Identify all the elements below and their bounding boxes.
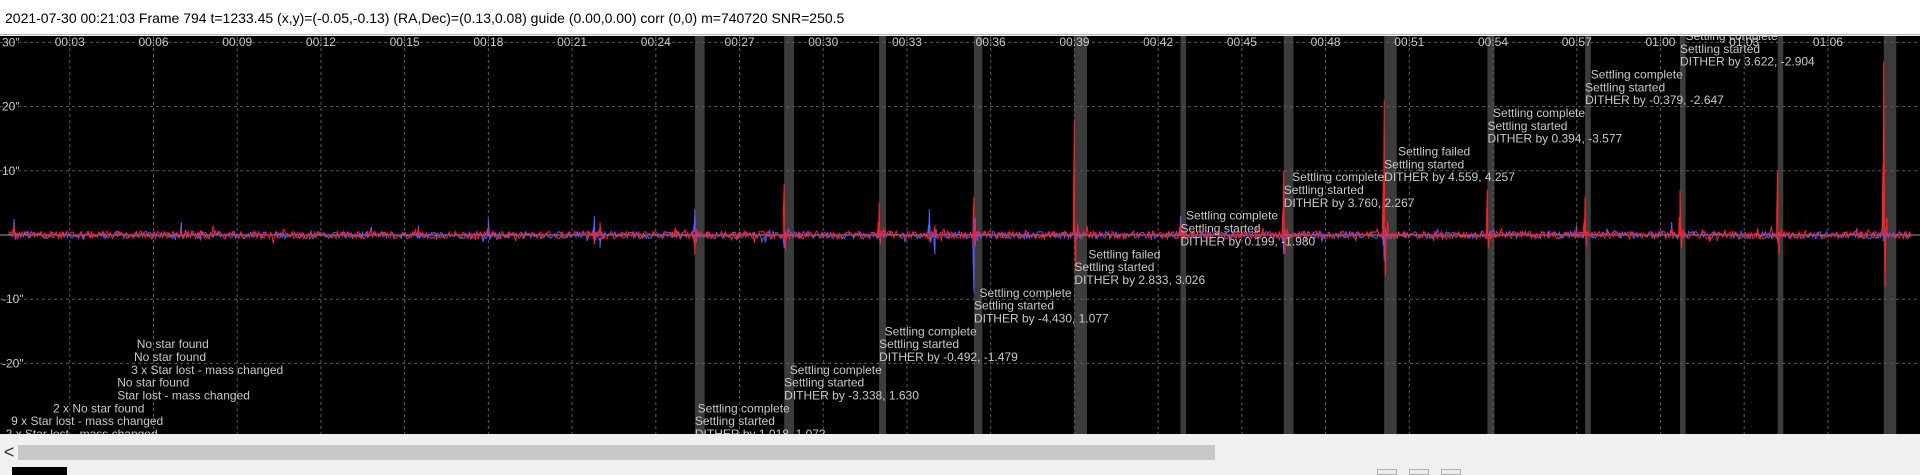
- x-tick-label: 00:18: [473, 36, 503, 49]
- x-tick-label: 00:15: [390, 36, 420, 49]
- x-tick-label: 00:51: [1394, 36, 1424, 49]
- x-tick-label: 01:00: [1645, 36, 1675, 49]
- annotation-label: DITHER by 4.559, 4.257: [1384, 170, 1515, 184]
- x-tick-label: 00:36: [976, 36, 1006, 49]
- annotation-label: DITHER by -3.338, 1.630: [784, 388, 919, 402]
- x-tick-label: 00:21: [557, 36, 587, 49]
- y-tick-label: -20": [2, 356, 24, 370]
- x-tick-label: 00:39: [1059, 36, 1089, 49]
- x-tick-label: 01:06: [1813, 36, 1843, 49]
- x-tick-label: 00:30: [808, 36, 838, 49]
- status-bar: 2021-07-30 00:21:03 Frame 794 t=1233.45 …: [0, 0, 1920, 35]
- x-tick-label: 00:03: [55, 36, 85, 49]
- x-tick-label: 00:06: [138, 36, 168, 49]
- x-tick-label: 00:12: [306, 36, 336, 49]
- x-tick-label: 00:48: [1311, 36, 1341, 49]
- y-tick-label: 20": [2, 100, 20, 114]
- horizontal-scrollbar[interactable]: <: [0, 441, 1920, 465]
- annotation-label: DITHER by 1.018, 1.072: [695, 427, 826, 434]
- y-tick-label: 10": [2, 164, 20, 178]
- toolbar-button-2[interactable]: [1409, 469, 1429, 475]
- scroll-left-button[interactable]: <: [2, 443, 16, 461]
- x-tick-label: 00:24: [641, 36, 671, 49]
- x-tick-label: 00:57: [1562, 36, 1592, 49]
- annotation-label: DITHER by 0.394, -3.577: [1487, 132, 1622, 146]
- scrollbar-thumb[interactable]: [18, 445, 1215, 460]
- bottom-tab[interactable]: [12, 467, 67, 475]
- annotation-label: DITHER by 0.199, -1.980: [1180, 234, 1315, 248]
- y-tick-label: -10": [2, 292, 24, 306]
- x-tick-label: 00:45: [1227, 36, 1257, 49]
- x-tick-label: 00:09: [222, 36, 252, 49]
- annotation-label: DITHER by -0.492, -1.479: [879, 350, 1018, 364]
- x-tick-label: 00:54: [1478, 36, 1508, 49]
- toolbar-button-3[interactable]: [1441, 469, 1461, 475]
- annotation-label: DITHER by 3.622, -2.904: [1680, 55, 1815, 69]
- guiding-graph[interactable]: 00:03 00:06 00:09 00:12 00:15 00:18 00:21 00:24…: [0, 36, 1920, 434]
- annotation-label: 2 x Star lost - mass changed: [6, 427, 158, 434]
- x-tick-label: 00:27: [725, 36, 755, 49]
- toolbar-button-1[interactable]: [1377, 469, 1397, 475]
- x-tick-label: 00:33: [892, 36, 922, 49]
- x-tick-label: 00:42: [1143, 36, 1173, 49]
- annotation-label: DITHER by -0.379, -2.647: [1585, 93, 1724, 107]
- annotation-label: DITHER by -4.430, 1.077: [974, 311, 1109, 325]
- annotation-label: DITHER by 2.833, 3.026: [1074, 273, 1205, 287]
- annotation-label: DITHER by 3.760, 2.267: [1284, 196, 1415, 210]
- y-tick-label: 30": [2, 36, 20, 49]
- status-text: 2021-07-30 00:21:03 Frame 794 t=1233.45 …: [5, 10, 845, 26]
